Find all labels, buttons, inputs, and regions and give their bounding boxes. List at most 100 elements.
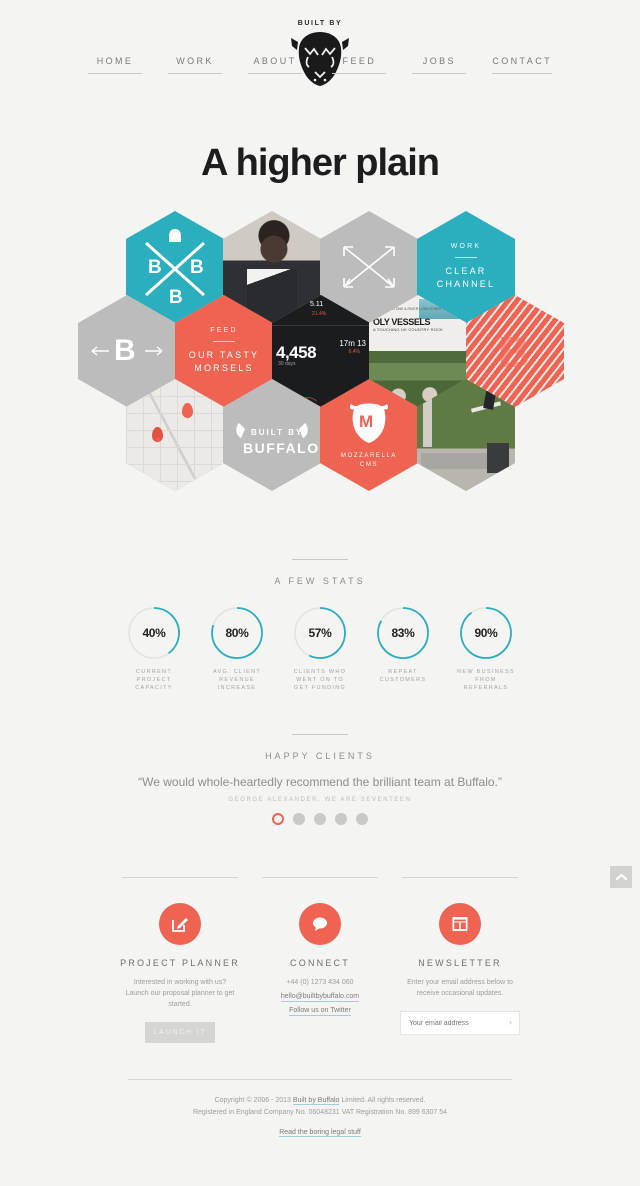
nav-item-about[interactable]: ABOUT <box>248 56 302 74</box>
stat-caption: NEW BUSINESS FROM REFERRALS <box>457 669 515 691</box>
stats-list: 40% CURRENT PROJECT CAPACITY 80% AVG. CL… <box>0 606 640 692</box>
layout-grid-icon <box>452 917 468 931</box>
dashboard-top-value: 5.11 <box>310 301 324 308</box>
phone-number: +44 (0) 1273 434 060 <box>286 979 354 986</box>
hex-label: CLEAR CHANNEL <box>436 266 496 289</box>
hexagon-grid: B B B WORK CLEAR CHANNEL B FEED OUR TAST… <box>0 211 640 501</box>
pagination-dot[interactable] <box>356 813 368 825</box>
scroll-to-top-button[interactable] <box>610 866 632 888</box>
poster-title: OLY VESSELS <box>373 317 431 327</box>
page-root: BUILT BY HOME WORK ABOUT FEED JOBS CONTA… <box>0 0 640 1186</box>
svg-text:B: B <box>114 334 136 367</box>
pagination-dot[interactable] <box>293 813 305 825</box>
stat-item: 80% AVG. CLIENT REVENUE INCREASE <box>206 606 268 692</box>
newsletter-submit-button[interactable]: › <box>509 1017 512 1028</box>
mozzarella-m-icon: M <box>350 403 388 443</box>
svg-text:M: M <box>359 412 373 431</box>
section-divider <box>292 734 348 735</box>
footer-columns: PROJECT PLANNER Interested in working wi… <box>0 877 640 1043</box>
poster-subtitle: A TOUCHING UK COUNTRY ROCK <box>373 327 444 332</box>
stat-caption: REPEAT CUSTOMERS <box>379 669 427 683</box>
email-link[interactable]: hello@builtbybuffalo.com <box>280 993 360 1002</box>
svg-text:B: B <box>169 287 183 308</box>
footer-column-newsletter: NEWSLETTER Enter your email address belo… <box>390 877 530 1043</box>
hex-kicker: WORK <box>450 243 482 250</box>
progress-dial: 90% <box>459 606 513 660</box>
testimonial-quote: “We would whole-heartedly recommend the … <box>138 775 502 789</box>
footer-column-title: PROJECT PLANNER <box>120 958 240 968</box>
copyright-line-1: Copyright © 2006 - 2013 Built by Buffalo… <box>0 1095 640 1107</box>
email-input[interactable] <box>401 1018 503 1028</box>
hex-sub-label: MOZZARELLA CMS <box>340 452 397 468</box>
footer-column-connect: CONNECT +44 (0) 1273 434 060 hello@built… <box>250 877 390 1043</box>
skate-ledge <box>421 453 487 469</box>
stat-caption: AVG. CLIENT REVENUE INCREASE <box>212 669 262 691</box>
stats-section: A FEW STATS 40% CURRENT PROJECT CAPACITY <box>0 559 640 692</box>
stat-item: 90% NEW BUSINESS FROM REFERRALS <box>455 606 517 692</box>
stats-title: A FEW STATS <box>274 576 366 586</box>
footer-column-text: Enter your email address below to receiv… <box>407 979 513 997</box>
stat-value: 57% <box>308 626 332 640</box>
stat-value: 90% <box>474 626 498 640</box>
layout-grid-badge[interactable] <box>439 903 481 945</box>
map-pin-icon <box>182 403 193 419</box>
stat-caption: CURRENT PROJECT CAPACITY <box>135 669 173 691</box>
brand-kicker: BUILT BY <box>297 20 343 27</box>
brand-logo[interactable]: BUILT BY <box>275 20 365 88</box>
dashboard-right-delta: 6.4% <box>348 349 360 355</box>
dashboard-top-delta: 21.4% <box>312 311 327 317</box>
nav-item-jobs[interactable]: JOBS <box>412 56 467 74</box>
footer-column-title: NEWSLETTER <box>418 958 502 968</box>
nav-item-feed[interactable]: FEED <box>332 56 387 74</box>
progress-dial: 40% <box>127 606 181 660</box>
hex-divider <box>213 341 235 342</box>
legal-link[interactable]: Read the boring legal stuff <box>279 1129 361 1137</box>
dashboard-big-number: 4,458 <box>276 343 317 362</box>
pagination-dot[interactable] <box>335 813 347 825</box>
testimonial-cite: GEORGE ALEXANDER, WE ARE SEVENTEEN <box>228 797 412 803</box>
copyright-pre: Copyright © 2006 - 2013 <box>214 1097 293 1104</box>
nav-item-home[interactable]: HOME <box>88 56 142 74</box>
hex-kicker: FEED <box>210 327 238 334</box>
svg-text:B: B <box>190 257 204 278</box>
map-pin-icon <box>152 427 163 443</box>
nav-item-contact[interactable]: CONTACT <box>492 56 552 74</box>
dashboard-right-value: 17m 13 <box>339 339 366 348</box>
page-title: A higher plain <box>201 142 440 184</box>
stat-value: 80% <box>225 626 249 640</box>
stat-item: 57% CLIENTS WHO WENT ON TO GET FUNDING <box>289 606 351 692</box>
stat-value: 83% <box>391 626 415 640</box>
copyright-post: Limited. All rights reserved. <box>339 1097 426 1104</box>
edit-pencil-badge[interactable] <box>159 903 201 945</box>
svg-text:BUILT BY: BUILT BY <box>251 428 303 437</box>
twitter-link[interactable]: Follow us on Twitter <box>289 1007 351 1016</box>
testimonial-title: HAPPY CLIENTS <box>265 751 375 761</box>
copyright-section: Copyright © 2006 - 2013 Built by Buffalo… <box>0 1079 640 1139</box>
testimonial-pagination <box>0 813 640 825</box>
stat-item: 83% REPEAT CUSTOMERS <box>372 606 434 692</box>
pagination-dot[interactable] <box>314 813 326 825</box>
stat-caption: CLIENTS WHO WENT ON TO GET FUNDING <box>293 669 347 691</box>
launch-it-button[interactable]: LAUNCH IT <box>145 1022 215 1043</box>
footer-column-project-planner: PROJECT PLANNER Interested in working wi… <box>110 877 250 1043</box>
section-divider <box>292 559 348 560</box>
svg-text:B: B <box>148 257 162 278</box>
progress-dial: 57% <box>293 606 347 660</box>
pagination-dot[interactable] <box>272 813 284 825</box>
copyright-line-2: Registered in England Company No. 060482… <box>192 1109 448 1116</box>
nav-item-work[interactable]: WORK <box>168 56 222 74</box>
stat-value: 40% <box>142 626 166 640</box>
speech-bubble-icon <box>313 917 327 931</box>
company-link[interactable]: Built by Buffalo <box>292 1097 340 1105</box>
newsletter-form: › <box>400 1011 520 1035</box>
nav-right-group: FEED JOBS CONTACT <box>332 56 552 74</box>
site-header: BUILT BY HOME WORK ABOUT FEED JOBS CONTA… <box>0 0 640 120</box>
speech-bubble-badge[interactable] <box>299 903 341 945</box>
progress-dial: 83% <box>376 606 430 660</box>
hex-divider <box>455 257 477 258</box>
edit-pencil-icon <box>172 918 188 932</box>
svg-text:BUFFALO: BUFFALO <box>243 440 320 456</box>
stat-item: 40% CURRENT PROJECT CAPACITY <box>123 606 185 692</box>
footer-column-text: Interested in working with us? Launch ou… <box>125 979 235 1008</box>
footer-column-title: CONNECT <box>290 958 350 968</box>
